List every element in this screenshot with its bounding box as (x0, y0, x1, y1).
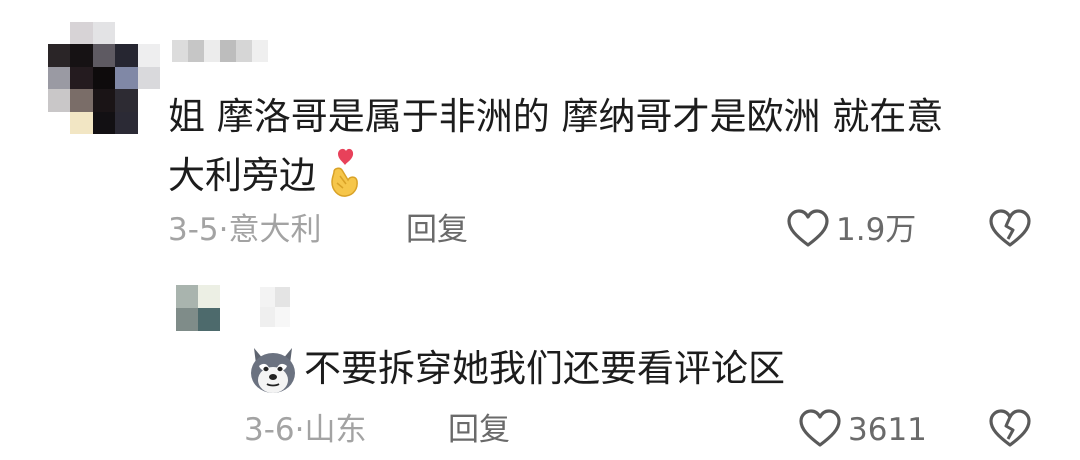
heart-outline-icon (786, 208, 830, 252)
comment-date: 3-5 (168, 212, 219, 248)
username-redacted[interactable] (172, 40, 268, 62)
meta-separator: · (218, 212, 229, 248)
meta-separator: · (294, 412, 305, 448)
like-count: 1.9万 (836, 212, 917, 248)
heart-outline-icon (798, 408, 842, 452)
reply-text: 不要拆穿她我们还要看评论区 (304, 347, 785, 390)
comment-text-line1: 姐 摩洛哥是属于非洲的 摩纳哥才是欧洲 就在意 (168, 95, 944, 138)
reply-like-count: 3611 (848, 412, 927, 448)
reply-username-redacted[interactable] (260, 287, 290, 327)
broken-heart-icon (988, 208, 1032, 252)
finger-heart-emoji-icon (324, 146, 366, 215)
reply-like-button[interactable]: 3611 (798, 408, 927, 452)
avatar[interactable] (48, 22, 160, 134)
comment-text-line2: 大利旁边 (168, 146, 1048, 215)
husky-dog-emoji-icon (246, 344, 300, 400)
reply-reply-button[interactable]: 回复 (448, 410, 510, 450)
reply-avatar[interactable] (176, 285, 220, 331)
reply-date: 3-6 (244, 412, 295, 448)
reply-meta: 3-6·山东 (244, 410, 367, 450)
reply-button[interactable]: 回复 (406, 210, 468, 250)
like-button[interactable]: 1.9万 (786, 208, 916, 252)
comment-text-line2-words: 大利旁边 (168, 154, 316, 197)
reply-dislike-button[interactable] (988, 408, 1032, 452)
comment-meta: 3-5·意大利 (168, 210, 322, 250)
comment-text: 姐 摩洛哥是属于非洲的 摩纳哥才是欧洲 就在意 大利旁边 (168, 88, 1048, 215)
reply-location: 山东 (304, 412, 367, 448)
broken-heart-icon (988, 408, 1032, 452)
comment-location: 意大利 (228, 212, 322, 248)
dislike-button[interactable] (988, 208, 1032, 252)
